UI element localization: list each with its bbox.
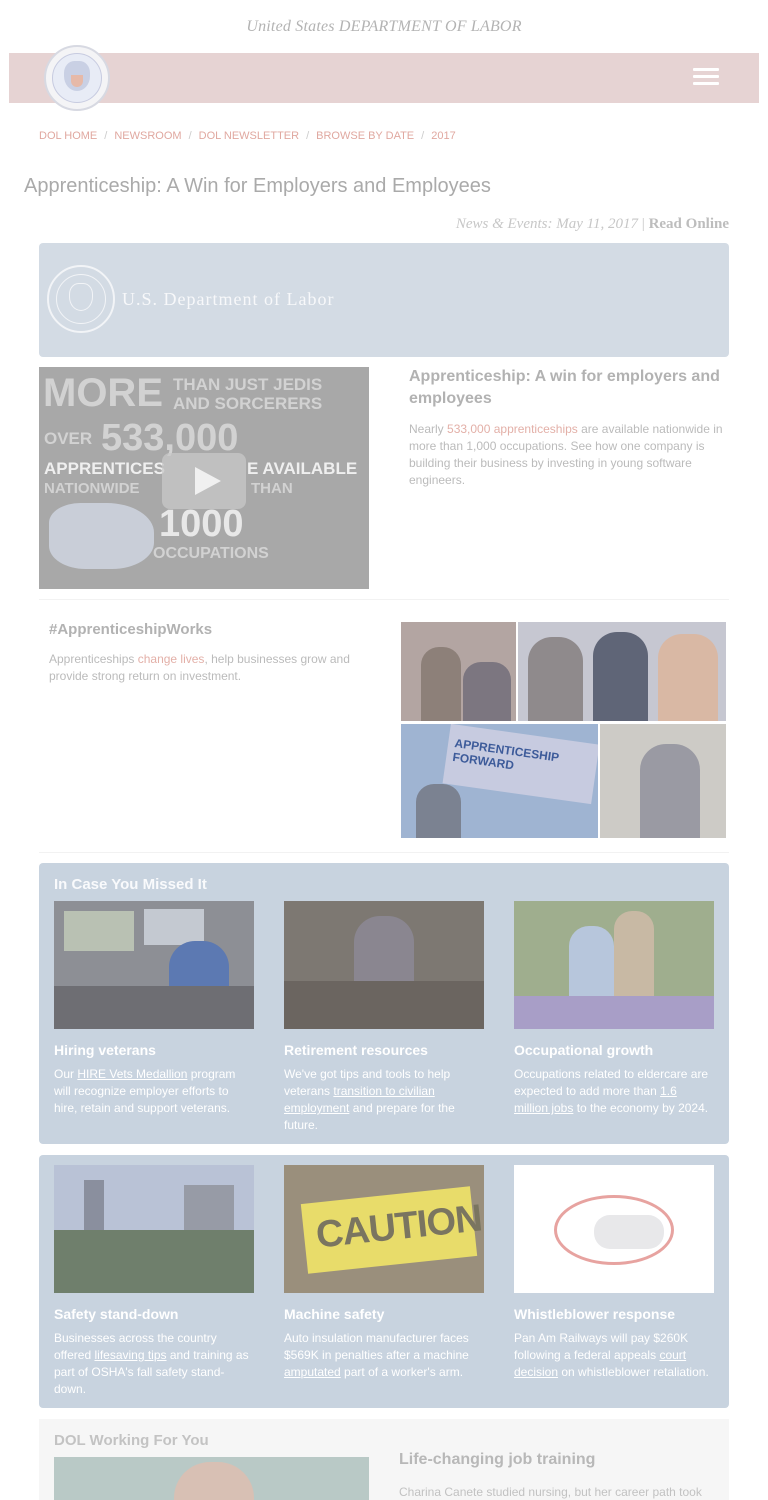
job-training-text: Charina Canete studied nursing, but her … [399, 1485, 702, 1499]
card-occupational-growth: Occupational growth Occupations related … [514, 901, 714, 1117]
construction-crowd-photo[interactable] [54, 1165, 254, 1293]
video-text-apprentices: APPRENTICES [44, 459, 165, 478]
page-title: Apprenticeship: A Win for Employers and … [24, 175, 491, 197]
caution-tape-photo[interactable]: CAUTION [284, 1165, 484, 1293]
video-text-available: E AVAILABLE [247, 459, 358, 478]
play-icon[interactable] [162, 453, 246, 509]
card-text: Auto insulation manufacturer faces $569K… [284, 1331, 469, 1379]
card-title: Machine safety [284, 1306, 385, 1322]
section-divider [39, 599, 729, 600]
video-text-occupations: OCCUPATIONS [153, 545, 269, 562]
top-navbar [9, 45, 759, 111]
banner-title: U.S. Department of Labor [122, 289, 335, 309]
handshake-photo [401, 622, 516, 721]
control-room-photo[interactable] [54, 901, 254, 1029]
card-title: Hiring veterans [54, 1042, 156, 1058]
section-divider [39, 852, 729, 853]
hire-vets-link[interactable]: HIRE Vets Medallion [77, 1067, 187, 1081]
card-text: We've got tips and tools to help veteran… [284, 1067, 455, 1132]
whistle-icon [594, 1215, 664, 1249]
workshop-photo [600, 724, 726, 838]
video-thumbnail[interactable]: MORE THAN JUST JEDIS AND SORCERERS OVER … [39, 367, 369, 589]
feature-description: Nearly 533,000 apprenticeships are avail… [409, 422, 723, 487]
breadcrumb-browse-by-date[interactable]: BROWSE BY DATE [316, 130, 414, 142]
shield-icon [71, 75, 83, 87]
breadcrumb-separator: / [306, 130, 310, 142]
card-title: Whistleblower response [514, 1306, 676, 1322]
desk-photo[interactable] [284, 901, 484, 1029]
read-online-link[interactable]: Read Online [649, 216, 729, 232]
breadcrumb-2017[interactable]: 2017 [431, 130, 455, 142]
video-text-more: MORE [43, 371, 163, 415]
dol-working-for-you-panel: DOL Working For You Life-changing job tr… [39, 1419, 729, 1500]
card-text: Businesses across the country offered li… [54, 1331, 249, 1396]
job-training-photo[interactable] [54, 1457, 369, 1500]
in-case-you-missed-it-panel: In Case You Missed It Hiring veterans Ou… [39, 863, 729, 1144]
hamburger-menu-icon[interactable] [693, 68, 719, 88]
card-retirement-resources: Retirement resources We've got tips and … [284, 901, 484, 1134]
dol-working-heading: DOL Working For You [54, 1432, 209, 1449]
photo-collage[interactable]: APPRENTICESHIP FORWARD [400, 621, 728, 839]
job-training-title[interactable]: Life-changing job training [399, 1451, 595, 1469]
card-title: Retirement resources [284, 1042, 428, 1058]
news-divider: | [641, 216, 645, 232]
apprenticeship-forward-photo: APPRENTICESHIP FORWARD [401, 724, 598, 838]
caregiver-photo[interactable] [514, 901, 714, 1029]
card-text: Pan Am Railways will pay $260K following… [514, 1331, 709, 1379]
dol-seal-icon [47, 265, 115, 333]
video-text-than: THAN [251, 480, 293, 497]
breadcrumb-dol-newsletter[interactable]: DOL NEWSLETTER [199, 130, 299, 142]
us-map-icon [49, 503, 154, 569]
breadcrumb-newsroom[interactable]: NEWSROOM [114, 130, 181, 142]
amputated-link[interactable]: amputated [284, 1365, 341, 1379]
video-text-1000: 1000 [159, 503, 244, 545]
apprenticeship-works-text: Apprenticeships change lives, help busin… [49, 652, 350, 683]
apprenticeship-works-heading: #ApprenticeshipWorks [49, 621, 213, 638]
card-text: Occupations related to eldercare are exp… [514, 1067, 709, 1115]
officials-photo [518, 622, 726, 721]
breadcrumb-separator: / [421, 130, 425, 142]
card-machine-safety: CAUTION Machine safety Auto insulation m… [284, 1165, 484, 1381]
card-hiring-veterans: Hiring veterans Our HIRE Vets Medallion … [54, 901, 254, 1117]
card-safety-stand-down: Safety stand-down Businesses across the … [54, 1165, 254, 1398]
caution-tape: CAUTION [300, 1186, 484, 1274]
news-cards-panel: Safety stand-down Businesses across the … [39, 1155, 729, 1408]
card-text: Our HIRE Vets Medallion program will rec… [54, 1067, 236, 1115]
news-date-line: News & Events: May 11, 2017 | Read Onlin… [456, 216, 729, 233]
breadcrumb: DOL HOME / NEWSROOM / DOL NEWSLETTER / BROWSE … [39, 130, 456, 142]
video-text-nationwide: NATIONWIDE [44, 480, 140, 497]
video-text-jedis: THAN JUST JEDIS [173, 375, 323, 394]
breadcrumb-separator: / [188, 130, 192, 142]
card-title: Safety stand-down [54, 1306, 179, 1322]
whistle-photo[interactable] [514, 1165, 714, 1293]
card-whistleblower-response: Whistleblower response Pan Am Railways w… [514, 1165, 714, 1381]
video-text-over: OVER [44, 429, 93, 448]
card-title: Occupational growth [514, 1042, 654, 1058]
feature-heading: Apprenticeship: A win for employers and … [409, 368, 720, 407]
breadcrumb-dol-home[interactable]: DOL HOME [39, 130, 97, 142]
breadcrumb-separator: / [104, 130, 108, 142]
agency-title: United States DEPARTMENT OF LABOR [246, 18, 522, 35]
dol-seal-logo[interactable] [44, 45, 110, 111]
news-date: News & Events: May 11, 2017 [455, 216, 639, 232]
missed-heading: In Case You Missed It [54, 876, 207, 893]
dol-banner: U.S. Department of Labor [39, 243, 729, 357]
apprenticeships-link[interactable]: 533,000 apprenticeships [447, 422, 578, 436]
video-text-sorcerers: AND SORCERERS [173, 394, 323, 413]
change-lives-link[interactable]: change lives [138, 652, 205, 666]
lifesaving-tips-link[interactable]: lifesaving tips [94, 1348, 166, 1362]
